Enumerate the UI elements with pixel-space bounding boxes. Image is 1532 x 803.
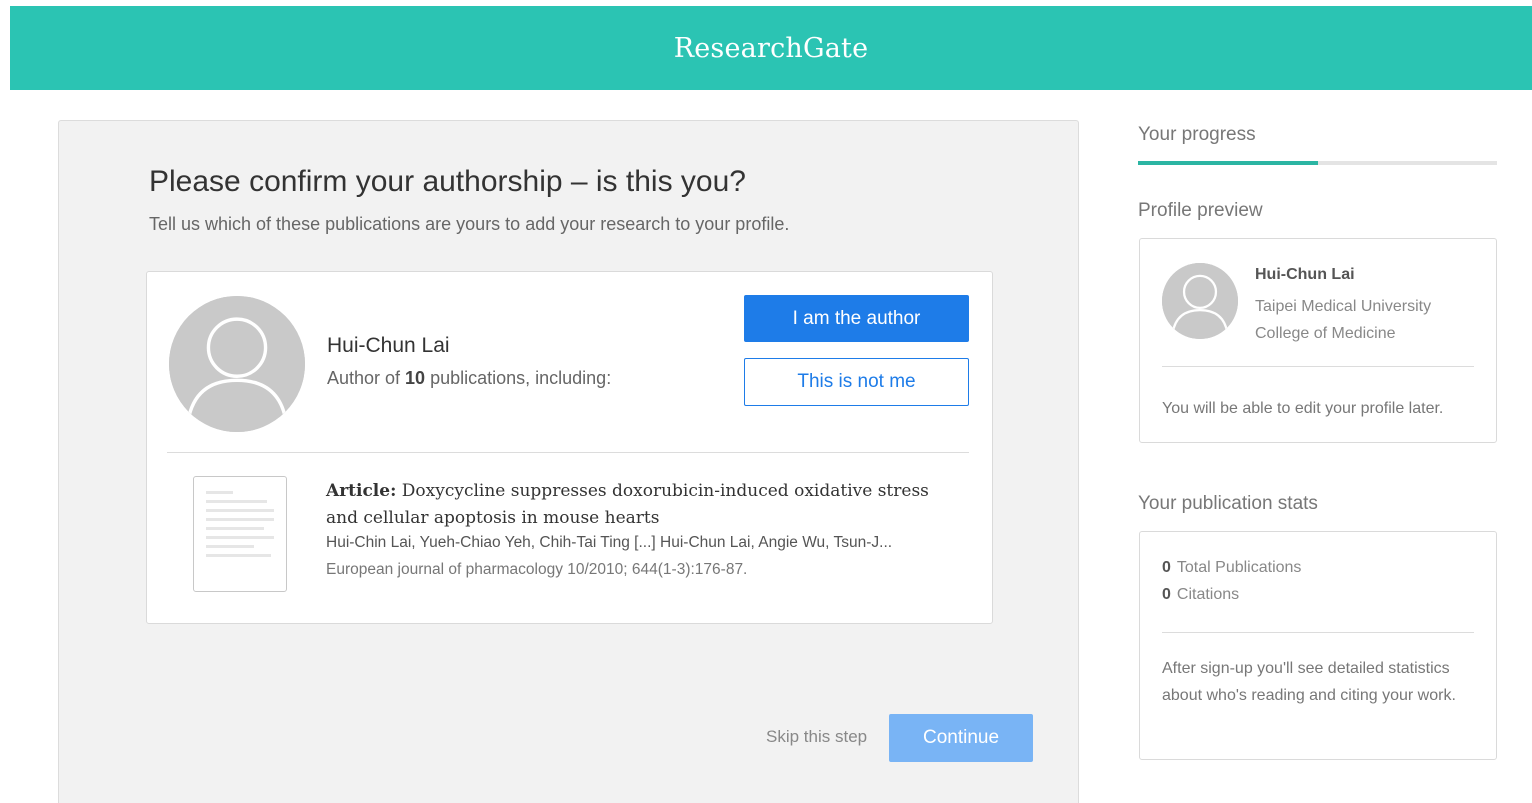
progress-heading: Your progress <box>1138 124 1256 145</box>
stats-note: After sign-up you'll see detailed statis… <box>1162 660 1456 704</box>
progress-bar <box>1138 161 1497 165</box>
continue-button[interactable]: Continue <box>889 714 1033 762</box>
author-name: Hui-Chun Lai <box>327 334 450 357</box>
total-publications-stat: 0 Total Publications <box>1162 559 1302 576</box>
progress-bar-fill <box>1138 161 1318 165</box>
preview-name: Hui-Chun Lai <box>1255 266 1355 283</box>
author-publication-count: Author of 10 publications, including: <box>327 368 612 388</box>
skip-this-step-link[interactable]: Skip this step <box>766 727 867 747</box>
profile-preview-heading: Profile preview <box>1138 200 1263 221</box>
divider <box>1162 366 1474 367</box>
researchgate-logo[interactable]: ResearchGate <box>674 33 869 64</box>
i-am-the-author-button[interactable]: I am the author <box>744 295 969 342</box>
edit-profile-note: You will be able to edit your profile la… <box>1162 400 1444 417</box>
this-is-not-me-button[interactable]: This is not me <box>744 358 969 406</box>
divider <box>1162 632 1474 633</box>
publication-stats-heading: Your publication stats <box>1138 493 1318 514</box>
publication-authors: Hui-Chin Lai, Yueh-Chiao Yeh, Chih-Tai T… <box>326 534 893 551</box>
confirm-authorship-panel: Please confirm your authorship – is this… <box>58 120 1079 803</box>
person-silhouette-icon <box>169 296 305 432</box>
author-card: Hui-Chun Lai Author of 10 publications, … <box>146 271 993 624</box>
person-silhouette-icon <box>1162 263 1238 339</box>
citations-stat: 0 Citations <box>1162 586 1240 603</box>
preview-institution: Taipei Medical University College of Med… <box>1255 298 1432 342</box>
document-thumbnail-icon <box>193 476 287 592</box>
page-subtitle: Tell us which of these publications are … <box>149 214 790 234</box>
divider <box>167 452 969 453</box>
publication-journal: European journal of pharmacology 10/2010… <box>326 561 748 578</box>
profile-preview-card: Hui-Chun Lai Taipei Medical University C… <box>1139 238 1497 443</box>
page-title: Please confirm your authorship – is this… <box>149 165 746 198</box>
publication-stats-card: 0 Total Publications 0 Citations After sig… <box>1139 531 1497 760</box>
publication-title[interactable]: Article: Doxycycline suppresses doxorubi… <box>326 478 946 532</box>
top-header-bar: ResearchGate <box>10 6 1532 90</box>
